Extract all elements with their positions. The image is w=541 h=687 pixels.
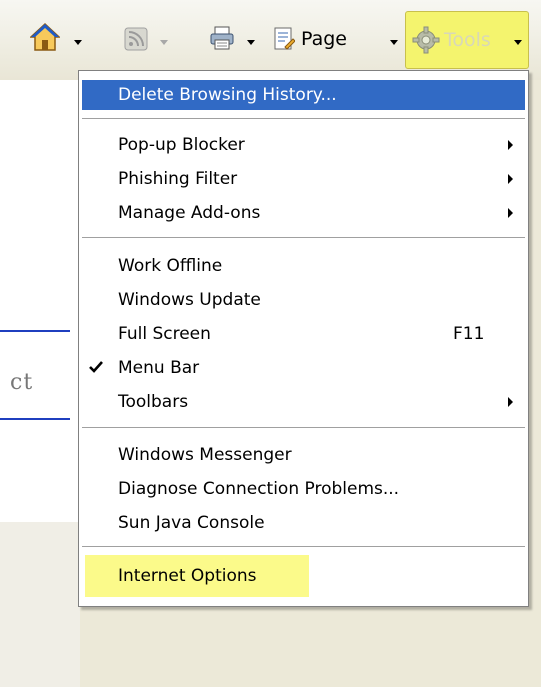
tools-button[interactable]: Tools: [405, 11, 529, 69]
menu-item-label: Sun Java Console: [118, 513, 265, 533]
submenu-arrow-icon: [508, 140, 513, 150]
feeds-icon: [124, 27, 148, 51]
menu-item-windows-messenger[interactable]: Windows Messenger: [82, 440, 525, 470]
page-footer-area: [0, 522, 80, 687]
page-divider-line: [0, 418, 70, 420]
menu-item-phishing-filter[interactable]: Phishing Filter: [82, 164, 525, 194]
menu-item-windows-update[interactable]: Windows Update: [82, 285, 525, 315]
menu-item-menu-bar[interactable]: Menu Bar: [82, 353, 525, 383]
menu-item-toolbars[interactable]: Toolbars: [82, 387, 525, 417]
page-divider-line: [0, 330, 70, 332]
menu-item-label: Phishing Filter: [118, 169, 238, 189]
page-button[interactable]: Page: [273, 22, 347, 56]
submenu-arrow-icon: [508, 208, 513, 218]
menu-separator: [82, 427, 525, 428]
menu-item-internet-options[interactable]: Internet Options: [82, 555, 525, 597]
menu-item-label: Diagnose Connection Problems...: [118, 479, 400, 499]
menu-item-label: Work Offline: [118, 256, 223, 276]
page-dropdown-arrow[interactable]: [390, 40, 398, 45]
print-icon[interactable]: [209, 25, 235, 51]
command-bar: Page Tools: [0, 0, 541, 80]
feeds-dropdown-arrow: [160, 40, 168, 45]
menu-item-manage-add-ons[interactable]: Manage Add-ons: [82, 198, 525, 228]
web-page-content: [0, 80, 80, 687]
menu-item-popup-blocker[interactable]: Pop-up Blocker: [82, 130, 525, 160]
menu-item-label: Internet Options: [118, 566, 257, 586]
gear-icon: [412, 26, 440, 54]
menu-item-delete-browsing-history[interactable]: Delete Browsing History...: [82, 80, 525, 110]
menu-item-shortcut: F11: [453, 324, 485, 344]
menu-item-label: Full Screen: [118, 324, 211, 344]
menu-item-label: Windows Messenger: [118, 445, 292, 465]
menu-separator: [82, 237, 525, 238]
menu-separator: [82, 546, 525, 547]
submenu-arrow-icon: [508, 174, 513, 184]
page-icon: [274, 27, 295, 50]
checkmark-icon: [89, 361, 103, 373]
menu-item-label: Toolbars: [118, 392, 189, 412]
tools-dropdown-arrow: [514, 40, 522, 45]
menu-item-sun-java-console[interactable]: Sun Java Console: [82, 508, 525, 538]
home-icon[interactable]: [30, 22, 60, 52]
menu-item-label: Pop-up Blocker: [118, 135, 245, 155]
menu-item-full-screen[interactable]: Full Screen F11: [82, 319, 525, 349]
page-text-fragment: ct: [10, 370, 34, 395]
submenu-arrow-icon: [508, 397, 513, 407]
menu-item-diagnose-connection-problems[interactable]: Diagnose Connection Problems...: [82, 474, 525, 504]
menu-item-label: Windows Update: [118, 290, 261, 310]
menu-item-label: Menu Bar: [118, 358, 200, 378]
tools-button-label: Tools: [444, 29, 491, 51]
home-dropdown-arrow[interactable]: [74, 40, 82, 45]
menu-item-label: Delete Browsing History...: [118, 85, 337, 105]
menu-separator: [82, 118, 525, 119]
menu-item-work-offline[interactable]: Work Offline: [82, 251, 525, 281]
menu-item-label: Manage Add-ons: [118, 203, 261, 223]
print-dropdown-arrow[interactable]: [247, 40, 255, 45]
tools-menu: Delete Browsing History... Pop-up Blocke…: [78, 70, 529, 607]
page-button-label: Page: [301, 28, 347, 50]
